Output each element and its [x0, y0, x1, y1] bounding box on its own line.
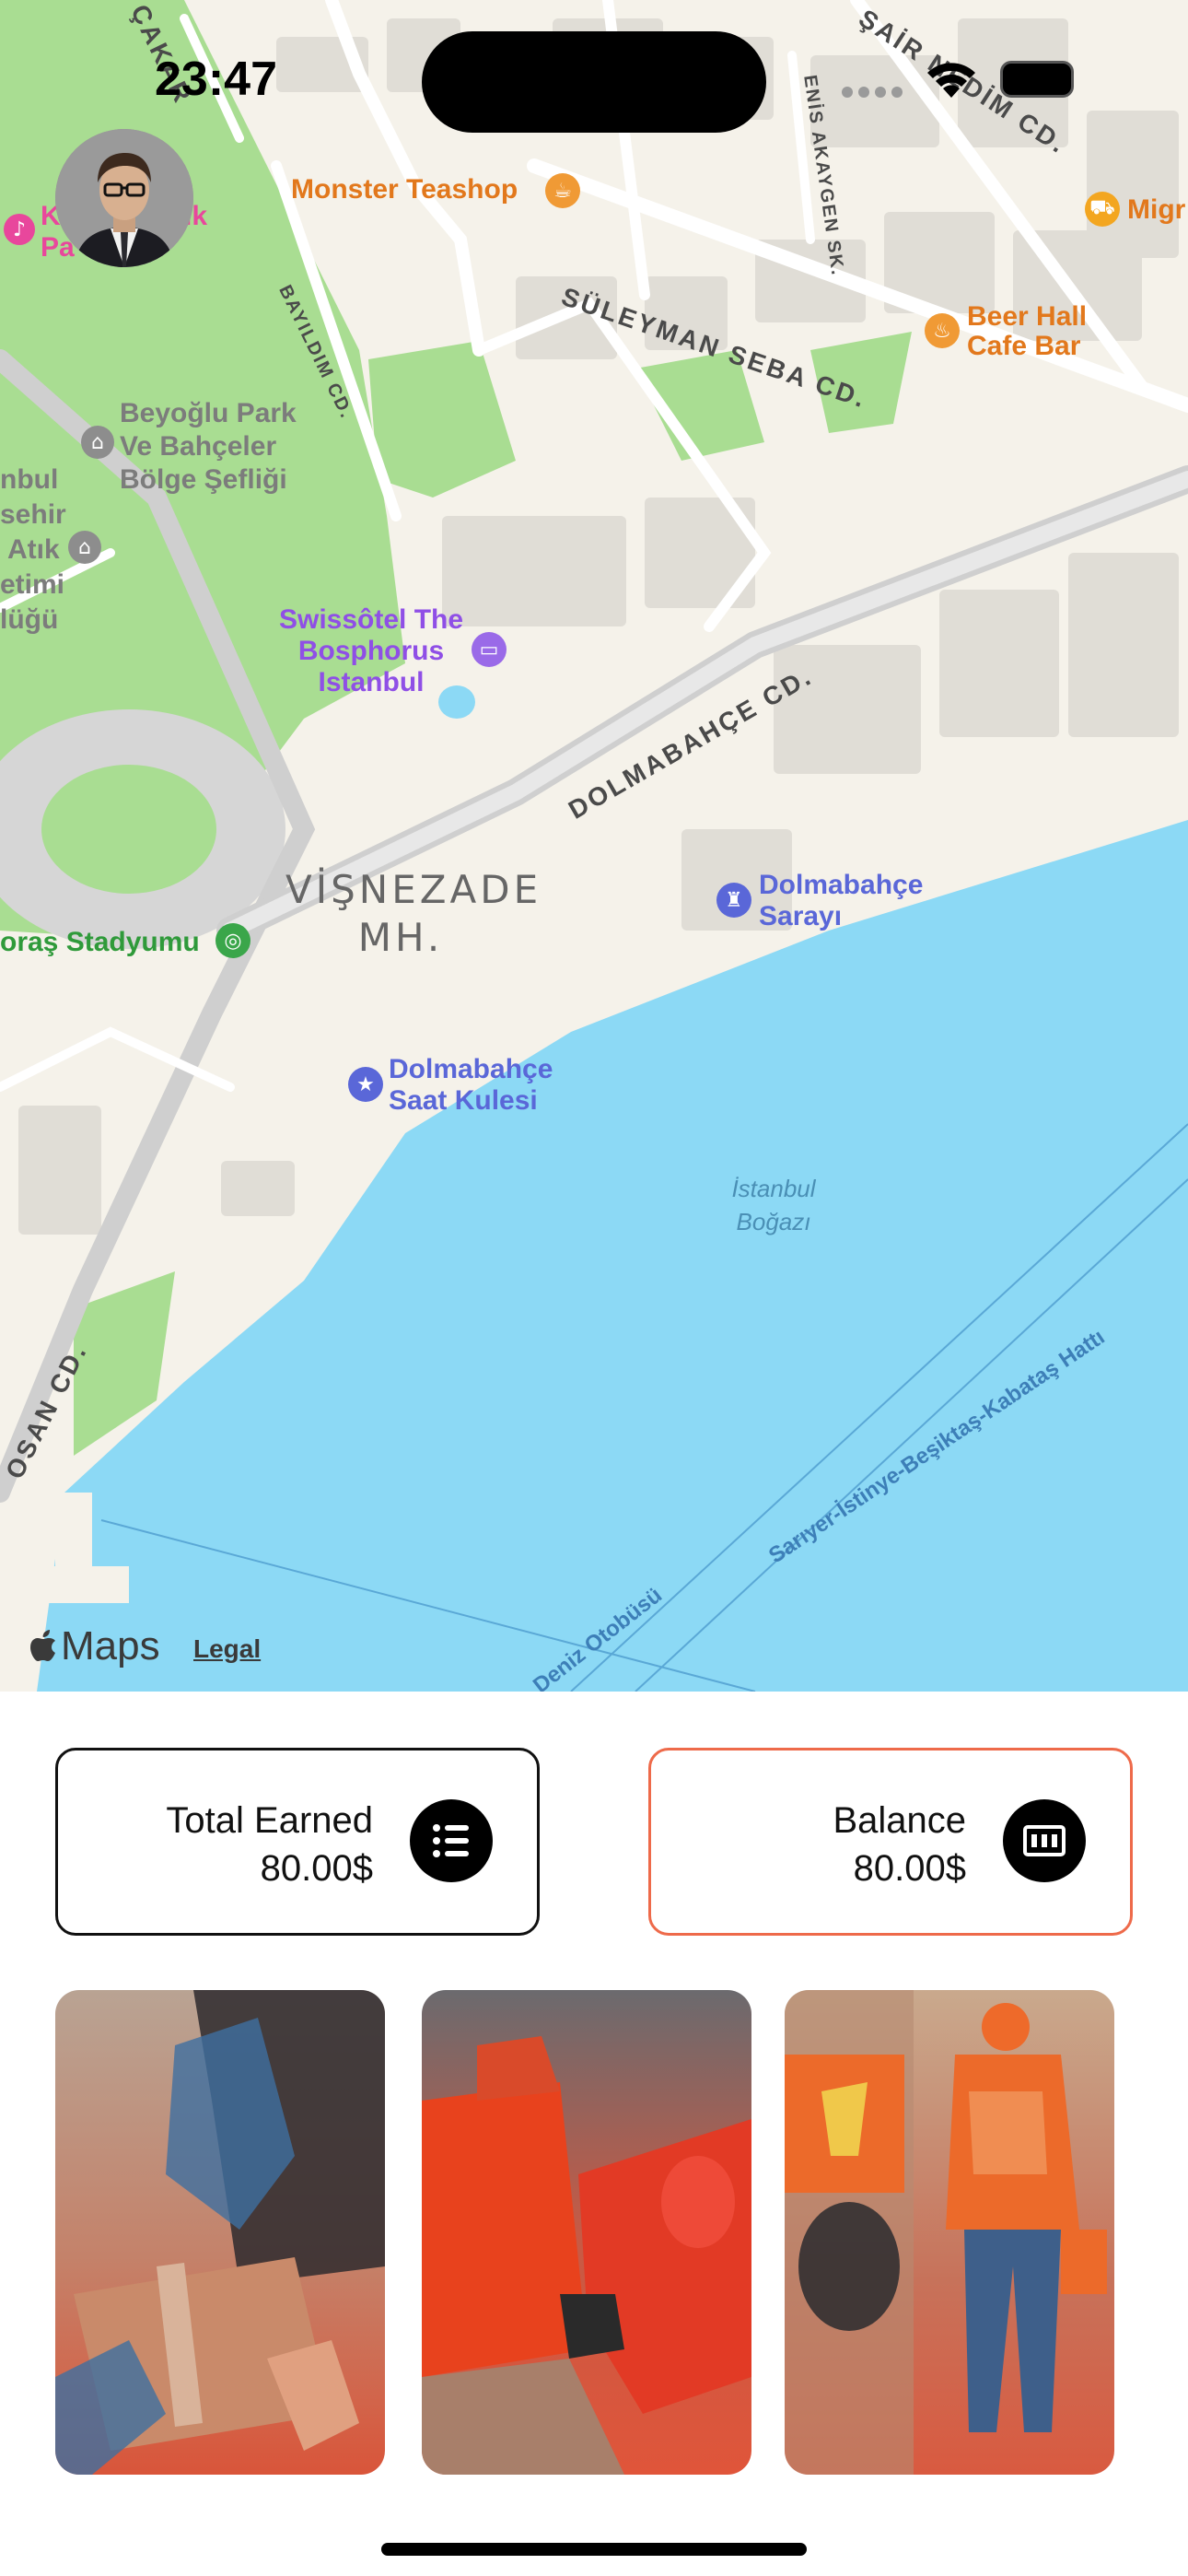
wifi-icon — [927, 63, 975, 98]
package-handoff-image — [55, 1990, 385, 2475]
poi-left-line3[interactable]: Atık — [7, 533, 60, 568]
poi-swissotel-line1[interactable]: Swissôtel The — [265, 604, 477, 636]
maps-logo-text: Maps — [61, 1623, 160, 1669]
legal-link[interactable]: Legal — [193, 1634, 261, 1664]
district-label-line2: MH. — [357, 915, 444, 960]
government-icon[interactable]: ⌂ — [81, 426, 114, 459]
water-label-line1: İstanbul — [731, 1175, 816, 1202]
poi-beyoglu-line2[interactable]: Ve Bahçeler — [120, 429, 276, 464]
apple-logo-icon — [30, 1630, 55, 1661]
poi-left-line1[interactable]: nbul — [0, 463, 58, 498]
earnings-list-button[interactable] — [410, 1799, 493, 1882]
poi-swissotel-line2[interactable]: Bosphorus — [265, 636, 477, 667]
maps-attribution[interactable]: Maps — [28, 1623, 160, 1669]
package-handoff-photo[interactable] — [55, 1990, 385, 2475]
hotel-icon[interactable]: ▭ — [472, 632, 507, 667]
stadium-icon[interactable]: ◎ — [215, 923, 250, 958]
poi-swissotel-line3[interactable]: Istanbul — [265, 667, 477, 698]
courier-walking-photo[interactable] — [785, 1990, 1114, 2475]
balance-value: 80.00$ — [853, 1848, 966, 1889]
star-icon[interactable]: ★ — [348, 1067, 383, 1102]
balance-card[interactable]: Balance 80.00$ — [648, 1748, 1133, 1936]
poi-palace-line2[interactable]: Sarayı — [759, 901, 842, 932]
total-earned-text: Total Earned 80.00$ — [166, 1797, 373, 1892]
avatar[interactable] — [55, 129, 193, 267]
poi-left-line4[interactable]: etimi — [0, 568, 64, 603]
water-label-line2: Boğazı — [736, 1208, 811, 1235]
beer-icon[interactable]: ♨ — [925, 313, 960, 348]
map-canvas — [0, 0, 1188, 1692]
courier-walking-image — [785, 1990, 1114, 2475]
dynamic-island — [422, 31, 766, 133]
poi-left-line2[interactable]: sehir — [0, 498, 66, 533]
poi-stadium[interactable]: oraş Stadyumu — [0, 927, 200, 958]
status-time: 23:47 — [155, 53, 277, 106]
poi-palace-line1[interactable]: Dolmabahçe — [759, 870, 923, 901]
poi-clock-line2[interactable]: Saat Kulesi — [389, 1085, 538, 1117]
poi-migros[interactable]: Migr — [1127, 195, 1185, 225]
balance-button[interactable] — [1003, 1799, 1086, 1882]
poi-beyoglu-line1[interactable]: Beyoğlu Park — [120, 396, 297, 431]
poi-clock-line1[interactable]: Dolmabahçe — [389, 1054, 553, 1085]
balance-text: Balance 80.00$ — [833, 1797, 966, 1892]
delivery-scooter-image — [422, 1990, 751, 2475]
total-earned-label: Total Earned — [166, 1800, 373, 1841]
home-indicator[interactable] — [381, 2543, 807, 2556]
poi-monster-teashop[interactable]: Monster Teashop — [291, 175, 518, 205]
landmark-icon[interactable]: ♜ — [716, 883, 751, 918]
poi-beyoglu-line3[interactable]: Bölge Şefliği — [120, 463, 287, 498]
battery-icon — [1000, 61, 1074, 98]
music-icon[interactable]: ♪ — [4, 214, 35, 245]
district-label-line1: VİŞNEZADE — [285, 867, 542, 912]
delivery-scooter-photo[interactable] — [422, 1990, 751, 2475]
government-icon-2[interactable]: ⌂ — [68, 531, 101, 564]
list-icon — [433, 1824, 469, 1857]
total-earned-value: 80.00$ — [260, 1848, 373, 1889]
map-view[interactable]: Monster Teashop ☕ Beer Hall Cafe Bar ♨ ⛟… — [0, 0, 1188, 1692]
avatar-portrait — [55, 129, 193, 267]
cellular-signal-icon — [842, 87, 903, 98]
cash-icon — [1023, 1825, 1066, 1856]
balance-label: Balance — [833, 1800, 966, 1841]
total-earned-card[interactable]: Total Earned 80.00$ — [55, 1748, 540, 1936]
poi-beer-hall-line1[interactable]: Beer Hall — [967, 302, 1087, 332]
shopping-cart-icon[interactable]: ⛟ — [1085, 192, 1120, 227]
poi-left-line5[interactable]: lüğü — [0, 603, 58, 638]
teashop-icon[interactable]: ☕ — [545, 173, 580, 208]
poi-beer-hall-line2[interactable]: Cafe Bar — [967, 332, 1080, 361]
